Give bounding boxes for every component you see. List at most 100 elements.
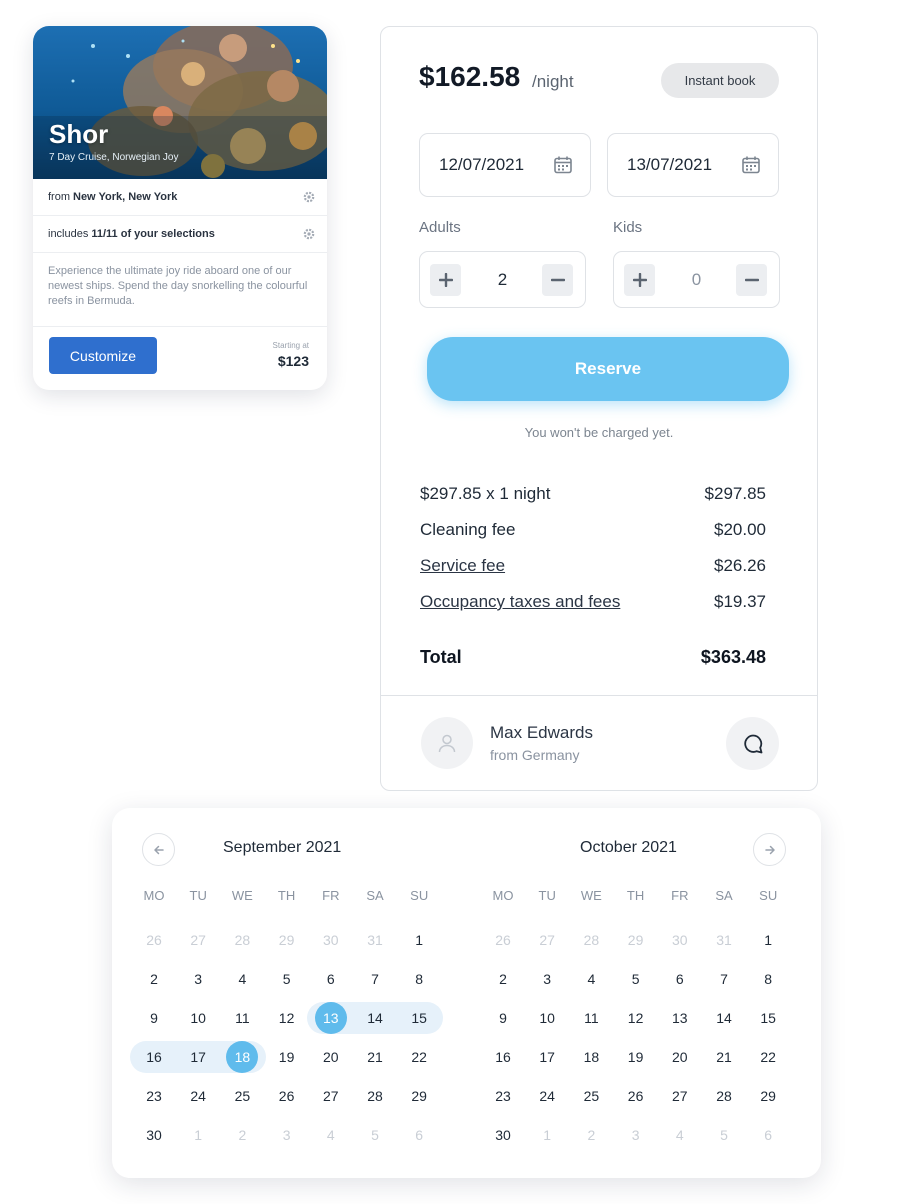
- previous-month-button[interactable]: [142, 833, 175, 866]
- calendar-day[interactable]: 19: [614, 1041, 658, 1073]
- calendar-day[interactable]: 5: [614, 963, 658, 995]
- calendar-day[interactable]: 25: [220, 1080, 264, 1112]
- chat-bubble-icon: [743, 734, 762, 753]
- weekday-header: FR: [322, 888, 340, 903]
- kids-decrement-button[interactable]: [736, 264, 767, 296]
- calendar-day[interactable]: 28: [353, 1080, 397, 1112]
- fee-amount: $19.37: [714, 592, 766, 611]
- calendar-day[interactable]: 30: [481, 1119, 525, 1151]
- adults-decrement-button[interactable]: [542, 264, 573, 296]
- calendar-day[interactable]: 10: [176, 1002, 220, 1034]
- calendar-day[interactable]: 12: [265, 1002, 309, 1034]
- calendar-day[interactable]: 17: [176, 1041, 220, 1073]
- calendar-day[interactable]: 21: [353, 1041, 397, 1073]
- calendar-day[interactable]: 20: [309, 1041, 353, 1073]
- calendar-day[interactable]: 23: [481, 1080, 525, 1112]
- calendar-day[interactable]: 9: [481, 1002, 525, 1034]
- calendar-day[interactable]: 25: [569, 1080, 613, 1112]
- calendar-day[interactable]: 1: [397, 924, 441, 956]
- calendar-day-outside-month: 28: [234, 932, 251, 948]
- cruise-hero-image: Shor 7 Day Cruise, Norwegian Joy: [33, 26, 327, 179]
- gear-icon[interactable]: [303, 191, 315, 203]
- calendar-day[interactable]: 11: [569, 1002, 613, 1034]
- calendar-day-outside-month: 26: [146, 932, 162, 948]
- calendar-day[interactable]: 12: [614, 1002, 658, 1034]
- calendar-day[interactable]: 9: [132, 1002, 176, 1034]
- calendar-day[interactable]: 10: [525, 1002, 569, 1034]
- cruise-card: Shor 7 Day Cruise, Norwegian Joy from Ne…: [33, 26, 327, 390]
- price-unit: /night: [532, 72, 574, 91]
- calendar-day[interactable]: 26: [614, 1080, 658, 1112]
- host-name: Max Edwards: [490, 723, 593, 742]
- calendar-day[interactable]: 22: [397, 1041, 441, 1073]
- calendar-day[interactable]: 16: [481, 1041, 525, 1073]
- service-fee-link[interactable]: Service fee: [420, 556, 505, 575]
- reserve-button[interactable]: Reserve: [427, 337, 789, 401]
- calendar-day[interactable]: 3: [525, 963, 569, 995]
- calendar-day[interactable]: 6: [658, 963, 702, 995]
- calendar-day[interactable]: 22: [746, 1041, 790, 1073]
- instant-book-badge[interactable]: Instant book: [661, 63, 779, 98]
- nightly-price: $162.58: [419, 61, 521, 92]
- minus-icon: [744, 278, 759, 282]
- calendar-day-outside-month: 5: [720, 1127, 728, 1143]
- avatar[interactable]: [421, 717, 473, 769]
- calendar-day[interactable]: 24: [525, 1080, 569, 1112]
- calendar-day[interactable]: 15: [746, 1002, 790, 1034]
- calendar-day[interactable]: 28: [702, 1080, 746, 1112]
- calendar-day[interactable]: 18: [220, 1041, 264, 1073]
- calendar-day[interactable]: 26: [265, 1080, 309, 1112]
- calendar-day[interactable]: 11: [220, 1002, 264, 1034]
- calendar-day[interactable]: 2: [132, 963, 176, 995]
- calendar-day[interactable]: 29: [397, 1080, 441, 1112]
- calendar-day[interactable]: 1: [746, 924, 790, 956]
- checkin-date-field[interactable]: 12/07/2021: [419, 133, 591, 197]
- calendar-day[interactable]: 24: [176, 1080, 220, 1112]
- calendar-day[interactable]: 5: [265, 963, 309, 995]
- customize-button[interactable]: Customize: [49, 337, 157, 374]
- message-host-button[interactable]: [726, 717, 779, 770]
- calendar-day[interactable]: 15: [397, 1002, 441, 1034]
- weekday-header: WE: [580, 888, 602, 903]
- checkin-date-value: 12/07/2021: [439, 155, 525, 174]
- weekday-header: TU: [189, 888, 207, 903]
- calendar-day[interactable]: 4: [220, 963, 264, 995]
- calendar-day[interactable]: 27: [658, 1080, 702, 1112]
- calendar-day[interactable]: 18: [569, 1041, 613, 1073]
- date-range-calendar: September 2021 October 2021 MO TU WE TH FR SA…: [112, 808, 821, 1178]
- kids-label: Kids: [613, 219, 643, 236]
- weekday-header: MO: [143, 888, 165, 903]
- weekday-header: TU: [538, 888, 556, 903]
- calendar-day[interactable]: 13: [309, 1002, 353, 1034]
- weekday-header: SU: [410, 888, 429, 903]
- calendar-day[interactable]: 21: [702, 1041, 746, 1073]
- calendar-day[interactable]: 16: [132, 1041, 176, 1073]
- calendar-day[interactable]: 19: [265, 1041, 309, 1073]
- calendar-day[interactable]: 4: [569, 963, 613, 995]
- calendar-day[interactable]: 17: [525, 1041, 569, 1073]
- calendar-day[interactable]: 3: [176, 963, 220, 995]
- calendar-day[interactable]: 20: [658, 1041, 702, 1073]
- checkout-date-field[interactable]: 13/07/2021: [607, 133, 779, 197]
- calendar-day[interactable]: 2: [481, 963, 525, 995]
- fee-amount: $26.26: [714, 556, 766, 575]
- calendar-day[interactable]: 13: [658, 1002, 702, 1034]
- calendar-day[interactable]: 6: [309, 963, 353, 995]
- calendar-day[interactable]: 30: [132, 1119, 176, 1151]
- calendar-day[interactable]: 14: [702, 1002, 746, 1034]
- calendar-icon: [742, 156, 760, 174]
- kids-stepper: 0: [613, 251, 780, 308]
- calendar-day-outside-month: 28: [583, 932, 600, 948]
- calendar-day[interactable]: 8: [397, 963, 441, 995]
- calendar-day[interactable]: 8: [746, 963, 790, 995]
- calendar-day[interactable]: 14: [353, 1002, 397, 1034]
- occupancy-taxes-link[interactable]: Occupancy taxes and fees: [420, 592, 620, 611]
- calendar-day[interactable]: 7: [702, 963, 746, 995]
- calendar-day[interactable]: 27: [309, 1080, 353, 1112]
- calendar-day[interactable]: 29: [746, 1080, 790, 1112]
- next-month-button[interactable]: [753, 833, 786, 866]
- calendar-day[interactable]: 23: [132, 1080, 176, 1112]
- fee-row-nights: $297.85 x 1 night $297.85: [420, 484, 766, 508]
- gear-icon[interactable]: [303, 228, 315, 240]
- calendar-day[interactable]: 7: [353, 963, 397, 995]
